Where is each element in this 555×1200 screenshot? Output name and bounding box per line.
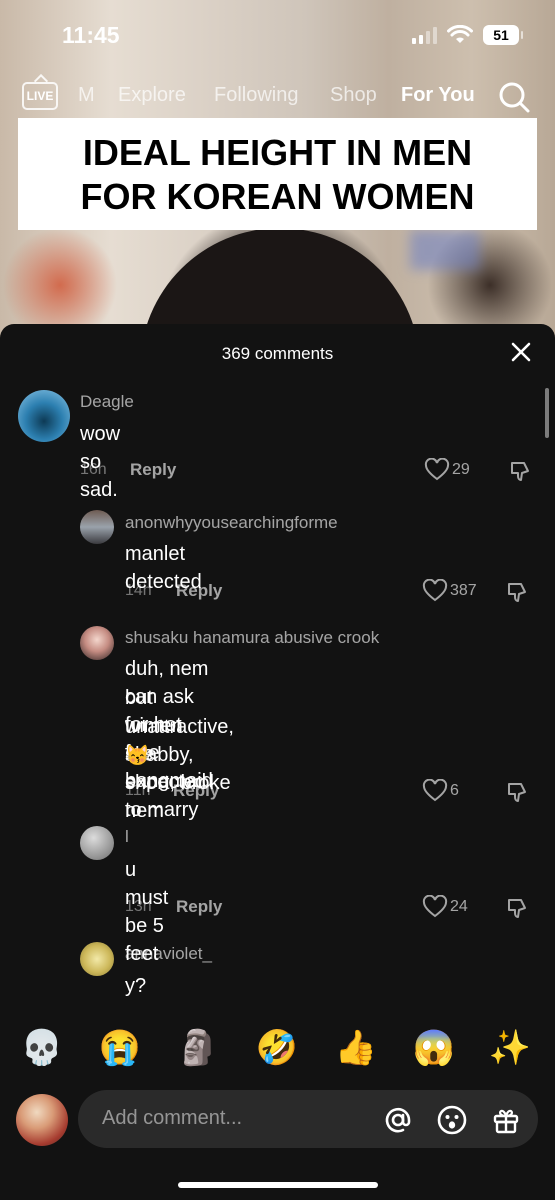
comment-composer: Add comment... bbox=[0, 1088, 555, 1150]
reply-button[interactable]: Reply bbox=[130, 460, 176, 480]
comment-username[interactable]: anonwhyyousearchingforme bbox=[125, 513, 338, 533]
emoji-scream-button[interactable]: 😱 bbox=[410, 1024, 458, 1072]
status-bar: 11:45 51 bbox=[0, 0, 555, 70]
live-button[interactable]: LIVE bbox=[22, 82, 58, 110]
avatar[interactable] bbox=[18, 390, 70, 442]
cellular-signal-icon bbox=[412, 26, 437, 44]
top-nav: LIVE M Explore Following Shop For You bbox=[0, 78, 555, 118]
search-icon[interactable] bbox=[497, 80, 531, 114]
mention-icon[interactable] bbox=[382, 1104, 414, 1136]
caption-line-2: FOR KOREAN WOMEN bbox=[80, 176, 475, 217]
home-indicator[interactable] bbox=[178, 1182, 378, 1188]
my-avatar[interactable] bbox=[16, 1094, 68, 1146]
heart-icon bbox=[422, 895, 448, 918]
like-button[interactable]: 6 bbox=[422, 779, 459, 803]
tab-explore[interactable]: Explore bbox=[118, 84, 186, 107]
emoji-picker-icon[interactable] bbox=[436, 1104, 468, 1136]
reply-button[interactable]: Reply bbox=[176, 897, 222, 917]
like-button[interactable]: 24 bbox=[422, 895, 468, 919]
emoji-skull-button[interactable]: 💀 bbox=[18, 1024, 66, 1072]
tab-for-you[interactable]: For You bbox=[401, 84, 475, 107]
like-button[interactable]: 29 bbox=[424, 458, 470, 482]
avatar[interactable] bbox=[80, 826, 114, 860]
status-time: 11:45 bbox=[62, 22, 120, 48]
emoji-bar: 💀 😭 🗿 🤣 👍 😱 ✨ bbox=[0, 1024, 555, 1078]
comment-username[interactable]: shusaku hanamura abusive crook bbox=[125, 628, 379, 648]
heart-icon bbox=[424, 458, 450, 481]
comment-placeholder: Add comment... bbox=[102, 1107, 243, 1129]
video-caption: IDEAL HEIGHT IN MEN FOR KOREAN WOMEN bbox=[18, 118, 537, 230]
comment-time: 11h bbox=[125, 782, 151, 799]
like-count: 6 bbox=[450, 782, 459, 799]
tab-shop[interactable]: Shop bbox=[330, 84, 377, 107]
comment-emoji: 😽 bbox=[125, 745, 150, 767]
like-count: 24 bbox=[450, 898, 468, 915]
comment-time: 14h bbox=[125, 582, 152, 599]
gift-icon[interactable] bbox=[490, 1104, 522, 1136]
reply-button[interactable]: Reply bbox=[173, 781, 219, 801]
comment-input[interactable]: Add comment... bbox=[78, 1090, 538, 1148]
avatar[interactable] bbox=[80, 942, 114, 976]
comment-time: 16h bbox=[80, 461, 107, 478]
emoji-moai-button[interactable]: 🗿 bbox=[174, 1024, 222, 1072]
dislike-icon[interactable] bbox=[508, 459, 532, 483]
dislike-icon[interactable] bbox=[505, 780, 529, 804]
reply-button[interactable]: Reply bbox=[176, 581, 222, 601]
avatar[interactable] bbox=[80, 626, 114, 660]
video-blur-blue bbox=[410, 230, 480, 270]
like-count: 29 bbox=[452, 461, 470, 478]
emoji-sparkles-button[interactable]: ✨ bbox=[486, 1024, 534, 1072]
close-icon[interactable] bbox=[509, 340, 533, 364]
tab-m[interactable]: M bbox=[78, 84, 95, 107]
comment-username[interactable]: Deagle bbox=[80, 392, 134, 412]
heart-icon bbox=[422, 779, 448, 802]
status-icons: 51 bbox=[412, 25, 523, 45]
dislike-icon[interactable] bbox=[505, 580, 529, 604]
comment-time: 13h bbox=[125, 898, 152, 915]
emoji-crying-button[interactable]: 😭 bbox=[96, 1024, 144, 1072]
tab-following[interactable]: Following bbox=[214, 84, 298, 107]
comment-text: y? bbox=[125, 975, 147, 997]
scrollbar[interactable] bbox=[545, 388, 549, 438]
comments-count: 369 comments bbox=[221, 344, 334, 363]
comment-username[interactable]: annaviolet_ bbox=[125, 944, 212, 964]
emoji-rofl-button[interactable]: 🤣 bbox=[253, 1024, 301, 1072]
caption-line-1: IDEAL HEIGHT IN MEN bbox=[82, 132, 473, 173]
like-count: 387 bbox=[450, 582, 477, 599]
emoji-thumbs-up-button[interactable]: 👍 bbox=[332, 1024, 380, 1072]
heart-icon bbox=[422, 579, 448, 602]
dislike-icon[interactable] bbox=[505, 896, 529, 920]
wifi-icon bbox=[447, 25, 473, 43]
like-button[interactable]: 387 bbox=[422, 579, 477, 603]
battery-icon: 51 bbox=[483, 25, 523, 45]
comment-username[interactable]: l bbox=[125, 827, 129, 847]
avatar[interactable] bbox=[80, 510, 114, 544]
